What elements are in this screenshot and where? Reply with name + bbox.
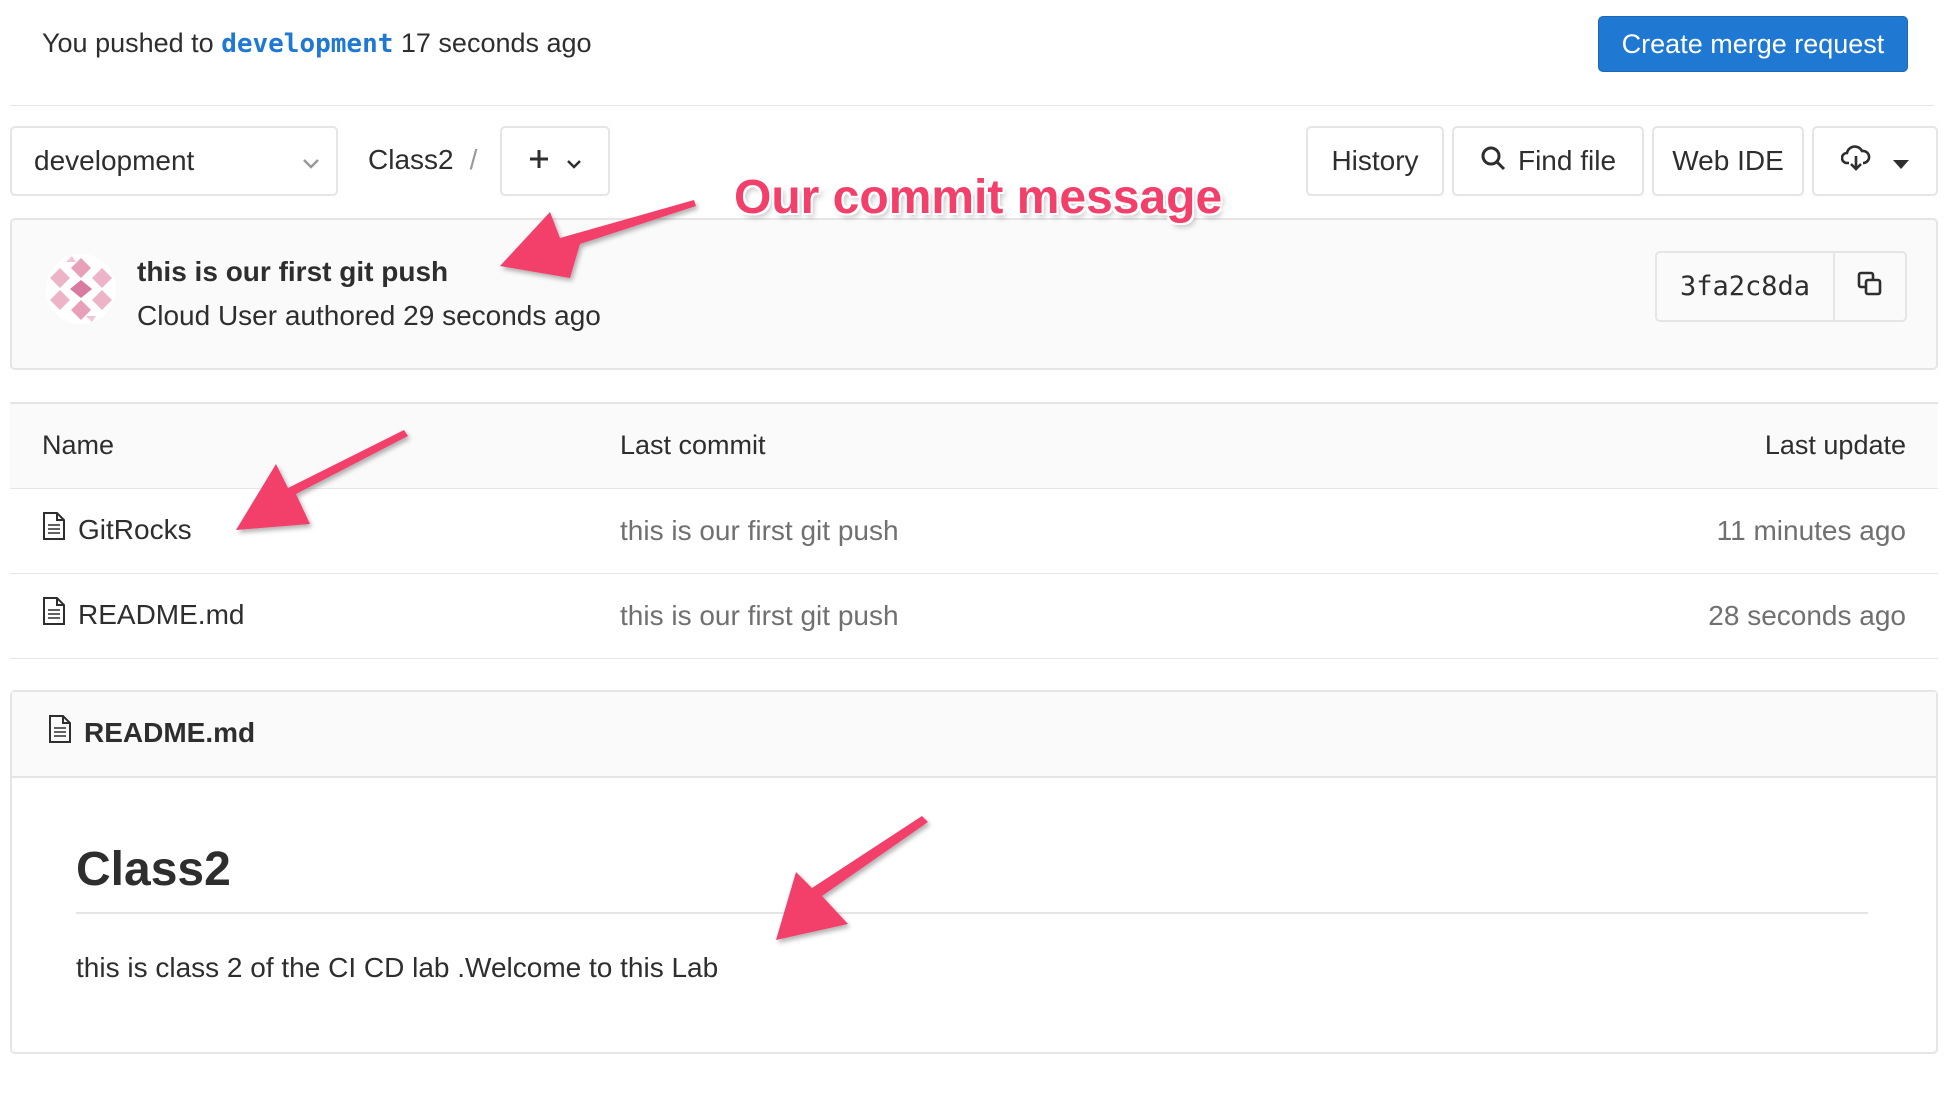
arrow-gitrocks-icon	[236, 430, 408, 530]
arrow-readme-icon	[776, 816, 928, 940]
annotation-arrows	[236, 200, 928, 940]
arrow-commit-message-icon	[500, 200, 696, 278]
